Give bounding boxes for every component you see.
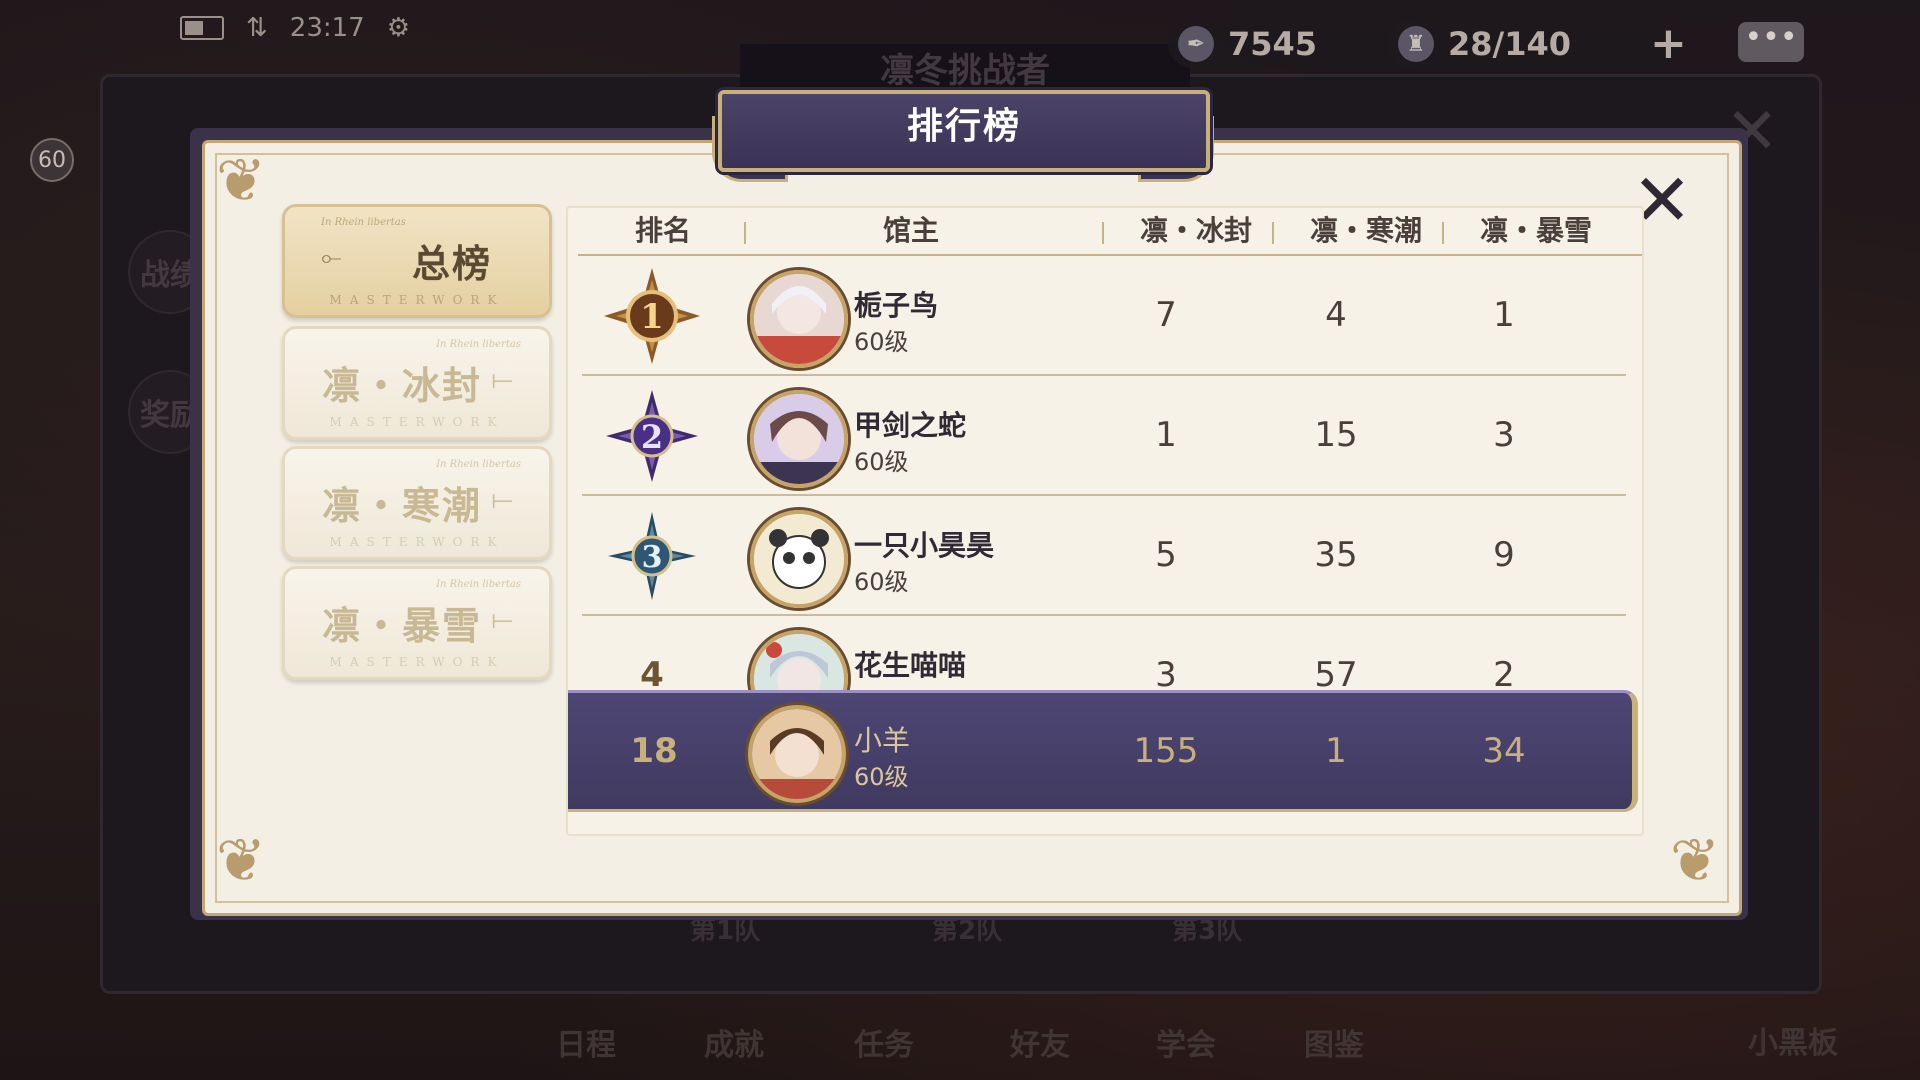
- stamina-count: 28/140: [1448, 25, 1572, 63]
- tab-motto: In Rhein libertas: [436, 459, 521, 470]
- player-level-badge: 60: [30, 138, 74, 182]
- signal-icon: ⇅: [246, 13, 268, 43]
- cold-wave-score: 4: [1325, 295, 1347, 335]
- arrow-ornament-icon: ⟝: [491, 605, 513, 635]
- column-header-cold-wave: 凛・寒潮: [1309, 214, 1422, 247]
- tab-sublabel: MASTERWORK: [329, 293, 505, 307]
- header-divider: [744, 222, 746, 244]
- avatar: [750, 390, 848, 488]
- tab-freeze[interactable]: In Rhein libertas 凛・冰封 ⟝ MASTERWORK: [282, 326, 552, 440]
- my-blizzard-score: 34: [1482, 731, 1526, 771]
- freeze-score: 5: [1155, 535, 1177, 575]
- add-stamina-icon[interactable]: +: [1650, 18, 1687, 69]
- column-header-blizzard: 凛・暴雪: [1479, 214, 1592, 247]
- feather-count: 7545: [1228, 25, 1318, 63]
- owner-name: 花生喵喵: [854, 649, 967, 682]
- table-header: 排名 馆主 凛・冰封 凛・寒潮 凛・暴雪: [566, 208, 1644, 254]
- corner-ornament-icon: ❦: [215, 146, 267, 216]
- avatar: [750, 270, 848, 368]
- cold-wave-score: 15: [1314, 415, 1358, 455]
- my-freeze-score: 155: [1133, 731, 1199, 771]
- rank-2-medal-icon: 2: [606, 390, 698, 482]
- stamina-icon: ♜: [1398, 26, 1434, 62]
- blizzard-score: 1: [1493, 295, 1515, 335]
- svg-text:2: 2: [641, 418, 663, 456]
- header-divider: [1442, 222, 1444, 244]
- corner-ornament-icon: ❦: [1669, 826, 1721, 896]
- tab-motto: In Rhein libertas: [436, 339, 521, 350]
- feather-icon: ✒: [1178, 26, 1214, 62]
- my-name: 小羊: [854, 724, 911, 757]
- my-cold-wave-score: 1: [1325, 731, 1347, 771]
- my-rank-number: 18: [630, 731, 678, 771]
- blizzard-score: 3: [1493, 415, 1515, 455]
- tab-sublabel: MASTERWORK: [329, 655, 505, 669]
- owner-level: 60级: [854, 448, 909, 476]
- tab-blizzard[interactable]: In Rhein libertas 凛・暴雪 ⟝ MASTERWORK: [282, 566, 552, 680]
- rank-1-medal-icon: 1: [604, 268, 700, 364]
- column-header-owner: 馆主: [882, 214, 939, 247]
- owner-level: 60级: [854, 568, 909, 596]
- corner-ornament-icon: ❦: [215, 826, 267, 896]
- status-bar: ⇅ 23:17 ⚙: [180, 8, 410, 48]
- tab-sublabel: MASTERWORK: [329, 415, 505, 429]
- tab-sublabel: MASTERWORK: [329, 535, 505, 549]
- avatar: [748, 705, 846, 803]
- tab-motto: In Rhein libertas: [436, 579, 521, 590]
- table-row[interactable]: 3 一只小昊昊 60级 5 35 9: [582, 496, 1626, 614]
- table-row[interactable]: 1 栀子鸟 60级 7 4 1: [582, 256, 1626, 374]
- header-divider: [1272, 222, 1274, 244]
- tab-label: 总榜: [411, 241, 492, 286]
- my-level: 60级: [854, 763, 909, 791]
- gear-icon[interactable]: ⚙: [387, 13, 410, 43]
- owner-name: 甲剑之蛇: [854, 409, 967, 442]
- clock-text: 23:17: [289, 13, 365, 43]
- column-header-freeze: 凛・冰封: [1139, 214, 1252, 247]
- tab-cold-wave[interactable]: In Rhein libertas 凛・寒潮 ⟝ MASTERWORK: [282, 446, 552, 560]
- title-banner: 排行榜: [718, 90, 1210, 172]
- svg-text:3: 3: [642, 540, 663, 575]
- owner-name: 栀子鸟: [854, 289, 939, 322]
- arrow-ornament-icon: ⟜: [321, 243, 342, 273]
- cold-wave-score: 35: [1314, 535, 1358, 575]
- avatar: [750, 510, 848, 608]
- my-rank-row[interactable]: 18 小羊 60级 155 1 34: [568, 690, 1638, 812]
- column-header-rank: 排名: [634, 214, 691, 247]
- tab-overall[interactable]: In Rhein libertas ⟜ 总榜 MASTERWORK: [282, 204, 552, 318]
- blizzard-score: 9: [1493, 535, 1515, 575]
- header-divider: [1102, 222, 1104, 244]
- stamina-resource: ♜ 28/140: [1388, 20, 1678, 68]
- rank-3-medal-icon: 3: [608, 512, 696, 600]
- owner-level: 60级: [854, 328, 909, 356]
- owner-name: 一只小昊昊: [854, 529, 995, 562]
- svg-text:1: 1: [640, 297, 664, 337]
- freeze-score: 7: [1155, 295, 1177, 335]
- table-row[interactable]: 2 甲剑之蛇 60级 1 15 3: [582, 376, 1626, 494]
- arrow-ornament-icon: ⟝: [491, 485, 513, 515]
- battery-icon: [180, 16, 224, 40]
- more-icon[interactable]: •••: [1738, 22, 1804, 62]
- freeze-score: 1: [1155, 415, 1177, 455]
- tab-motto: In Rhein libertas: [321, 217, 406, 228]
- dialog-title: 排行榜: [906, 106, 1021, 147]
- arrow-ornament-icon: ⟝: [491, 365, 513, 395]
